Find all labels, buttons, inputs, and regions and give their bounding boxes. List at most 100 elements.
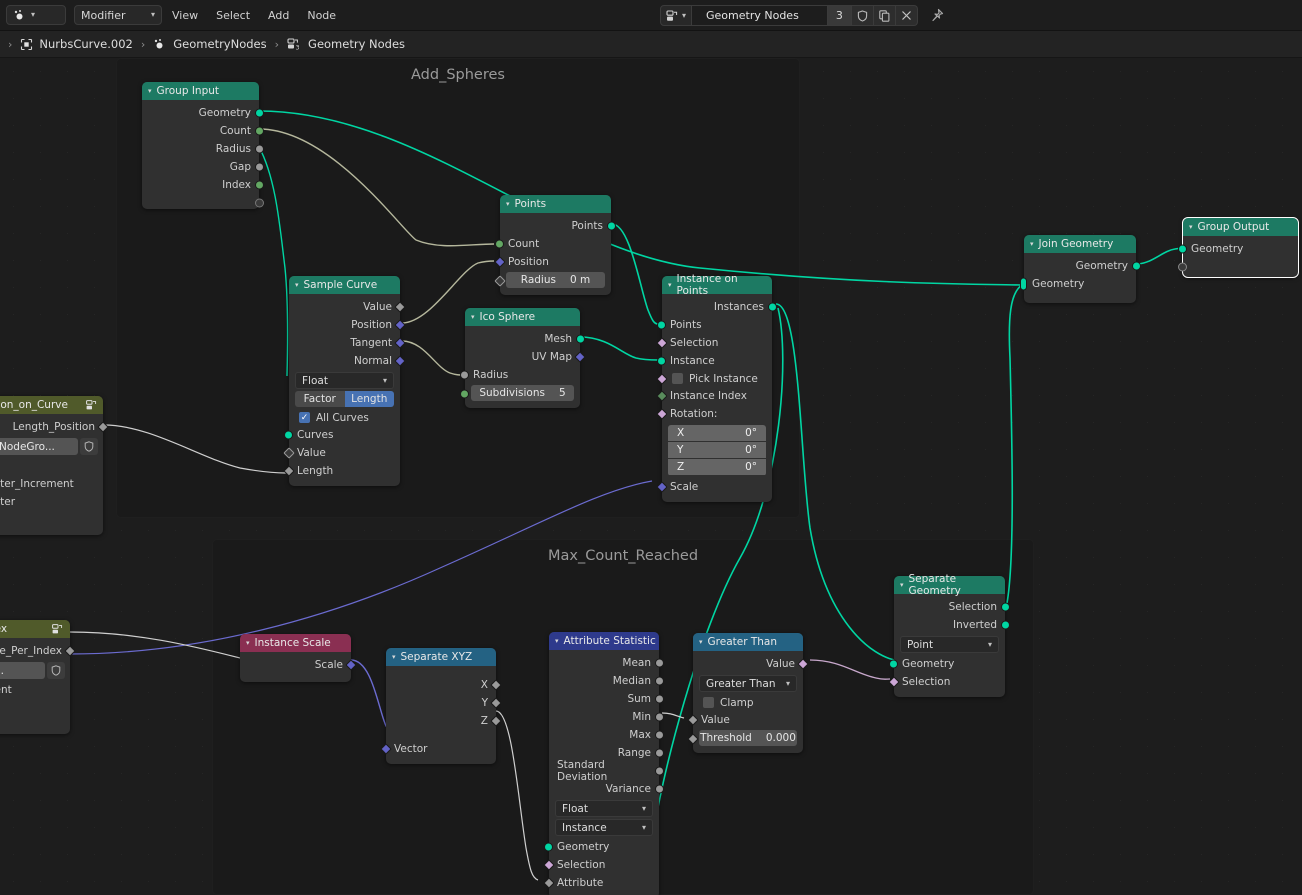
menu-add[interactable]: Add [260, 7, 297, 24]
nodegroup-selector[interactable]: odeGro... [0, 662, 65, 679]
dropdown-data-type[interactable]: Float ▾ [555, 800, 653, 817]
socket-min[interactable] [655, 712, 664, 722]
checkbox-clamp[interactable]: Clamp [693, 694, 803, 711]
socket-row-selection[interactable]: Selection [656, 334, 772, 352]
socket-row-scale[interactable]: Scale [656, 478, 772, 496]
socket-row-virtual[interactable] [142, 194, 264, 212]
shield-icon[interactable] [80, 438, 98, 455]
socket-row-geometry[interactable]: Geometry [142, 104, 264, 122]
breadcrumb-item-object[interactable]: NurbsCurve.002 [16, 37, 136, 51]
collapse-arrow-icon[interactable]: ▾ [506, 200, 510, 208]
socket-row-count[interactable]: Count [142, 122, 264, 140]
socket-row-position[interactable]: Position [494, 253, 611, 271]
socket-row-geometry[interactable]: Geometry [889, 655, 1005, 673]
socket-row-selection-out[interactable]: Selection [894, 598, 1010, 616]
socket-variance[interactable] [655, 784, 664, 794]
socket-standard-deviation[interactable] [655, 766, 664, 776]
socket-row-selection-in[interactable]: Selection [888, 673, 1005, 691]
node-attribute-statistic[interactable]: ▾ Attribute Statistic Mean Median Sum Mi… [543, 632, 664, 895]
socket-row-mesh[interactable]: Mesh [465, 330, 585, 348]
socket-row-value-out[interactable]: Value [289, 298, 406, 316]
socket-instances[interactable] [768, 302, 777, 312]
node-header-greater-than[interactable]: ▾ Greater Than [693, 633, 803, 651]
field-radius[interactable]: Radius 0 m [506, 272, 605, 288]
nodegroup-name[interactable]: odeGro... [0, 662, 45, 679]
nodegroup-name[interactable]: NodeGro... [0, 438, 78, 455]
node-instance-scale[interactable]: ▾ Instance Scale Scale [240, 634, 357, 682]
node-greater-than[interactable]: ▾ Greater Than Value Greater Than ▾ Clam… [687, 633, 809, 753]
socket-row-median[interactable]: Median [549, 672, 664, 690]
collapse-arrow-icon[interactable]: ▾ [1030, 240, 1034, 248]
checkbox-icon[interactable] [672, 373, 683, 384]
socket-row-scale-per-index[interactable]: ale_Per_Index [0, 642, 76, 660]
socket-points[interactable] [607, 221, 616, 231]
socket-row-gap[interactable]: Gap [142, 158, 264, 176]
socket-row-rotation[interactable]: Rotation: [656, 405, 772, 423]
close-icon[interactable] [895, 5, 918, 26]
node-scale-per-index[interactable]: _Per_Index ale_Per_Index odeGro... [0, 620, 76, 734]
node-header-separate-xyz[interactable]: ▾ Separate XYZ [386, 648, 496, 666]
socket-radius[interactable] [255, 144, 264, 154]
socket-index[interactable] [255, 180, 264, 190]
collapse-arrow-icon[interactable]: ▾ [1189, 223, 1193, 231]
socket-row-instance-index[interactable]: Instance Index [656, 387, 772, 405]
socket-points[interactable] [657, 320, 666, 330]
collapse-arrow-icon[interactable]: ▾ [471, 313, 475, 321]
socket-max[interactable] [655, 730, 664, 740]
pin-icon[interactable] [930, 8, 944, 23]
socket-virtual[interactable] [255, 198, 264, 208]
socket-virtual[interactable] [1178, 262, 1187, 272]
collapse-arrow-icon[interactable]: ▾ [668, 281, 672, 289]
socket-row-vector[interactable]: Vector [380, 740, 496, 758]
mode-selector[interactable]: Modifier ▾ [74, 5, 162, 25]
socket-row-z[interactable]: Z [386, 712, 502, 730]
socket-subdivisions[interactable] [460, 389, 469, 399]
collapse-arrow-icon[interactable]: ▾ [699, 638, 703, 646]
node-separate-xyz[interactable]: ▾ Separate XYZ X Y Z Vector [380, 648, 502, 764]
collapse-arrow-icon[interactable]: ▾ [392, 653, 396, 661]
socket-geometry[interactable] [255, 108, 264, 118]
socket-curves[interactable] [284, 430, 293, 440]
socket-row-virtual[interactable] [1178, 258, 1298, 276]
socket-count[interactable] [255, 126, 264, 136]
toggle-option-length[interactable]: Length [344, 391, 394, 407]
socket-row-geometry[interactable]: Geometry [1178, 240, 1298, 258]
node-instance-on-points[interactable]: ▾ Instance on Points Instances Points Se… [656, 273, 777, 502]
nodegroup-browse-button[interactable]: ▾ [660, 5, 693, 26]
socket-row-geometry-out[interactable]: Geometry [1024, 257, 1141, 275]
node-header-sample-curve[interactable]: ▾ Sample Curve [289, 276, 400, 294]
socket-row-y[interactable]: Y [386, 694, 502, 712]
node-header-join-geometry[interactable]: ▾ Join Geometry [1024, 235, 1136, 253]
socket-row-diameter[interactable]: Diameter [0, 493, 103, 511]
socket-row-radius[interactable]: Radius [142, 140, 264, 158]
socket-row-min[interactable]: Min [549, 708, 664, 726]
socket-row-radius[interactable]: Radius [460, 366, 580, 384]
node-header-attribute-statistic[interactable]: ▾ Attribute Statistic [549, 632, 659, 650]
collapse-arrow-icon[interactable]: ▾ [246, 639, 250, 647]
checkbox-icon[interactable] [703, 697, 714, 708]
socket-row-geometry[interactable]: Geometry [544, 838, 659, 856]
socket-range[interactable] [655, 748, 664, 758]
dropdown-operation[interactable]: Greater Than ▾ [699, 675, 797, 692]
socket-row-value-out[interactable]: Value [693, 655, 809, 673]
collapse-arrow-icon[interactable]: ▾ [900, 581, 904, 589]
socket-row-extra[interactable]: . [0, 699, 70, 717]
socket-row-standard-deviation[interactable]: Standard Deviation [549, 759, 664, 783]
nodegroup-user-count[interactable]: 3 [827, 5, 852, 26]
node-separate-geometry[interactable]: ▾ Separate Geometry Selection Inverted P… [888, 573, 1010, 697]
node-group-output[interactable]: ▾ Group Output Geometry [1178, 217, 1299, 278]
socket-median[interactable] [655, 676, 664, 686]
node-header-separate-geometry[interactable]: ▾ Separate Geometry [894, 573, 1005, 597]
node-header-position-on-curve[interactable]: ▾ Position_on_Curve [0, 396, 103, 414]
collapse-arrow-icon[interactable]: ▾ [148, 87, 152, 95]
node-join-geometry[interactable]: ▾ Join Geometry Geometry Geometry [1020, 235, 1141, 303]
dropdown-data-type[interactable]: Float ▾ [295, 372, 394, 389]
dropdown-domain[interactable]: Point ▾ [900, 636, 999, 653]
socket-geometry-multi[interactable] [1020, 277, 1027, 291]
field-rotation-y[interactable]: Y 0° [668, 442, 766, 458]
socket-row-position-out[interactable]: Position [289, 316, 406, 334]
nodegroup-selector[interactable]: ▾ NodeGro... [0, 438, 98, 455]
node-header-group-output[interactable]: ▾ Group Output [1183, 218, 1298, 236]
node-points[interactable]: ▾ Points Points Count Position Radius 0 … [494, 195, 616, 295]
socket-selection-out[interactable] [1001, 602, 1010, 612]
